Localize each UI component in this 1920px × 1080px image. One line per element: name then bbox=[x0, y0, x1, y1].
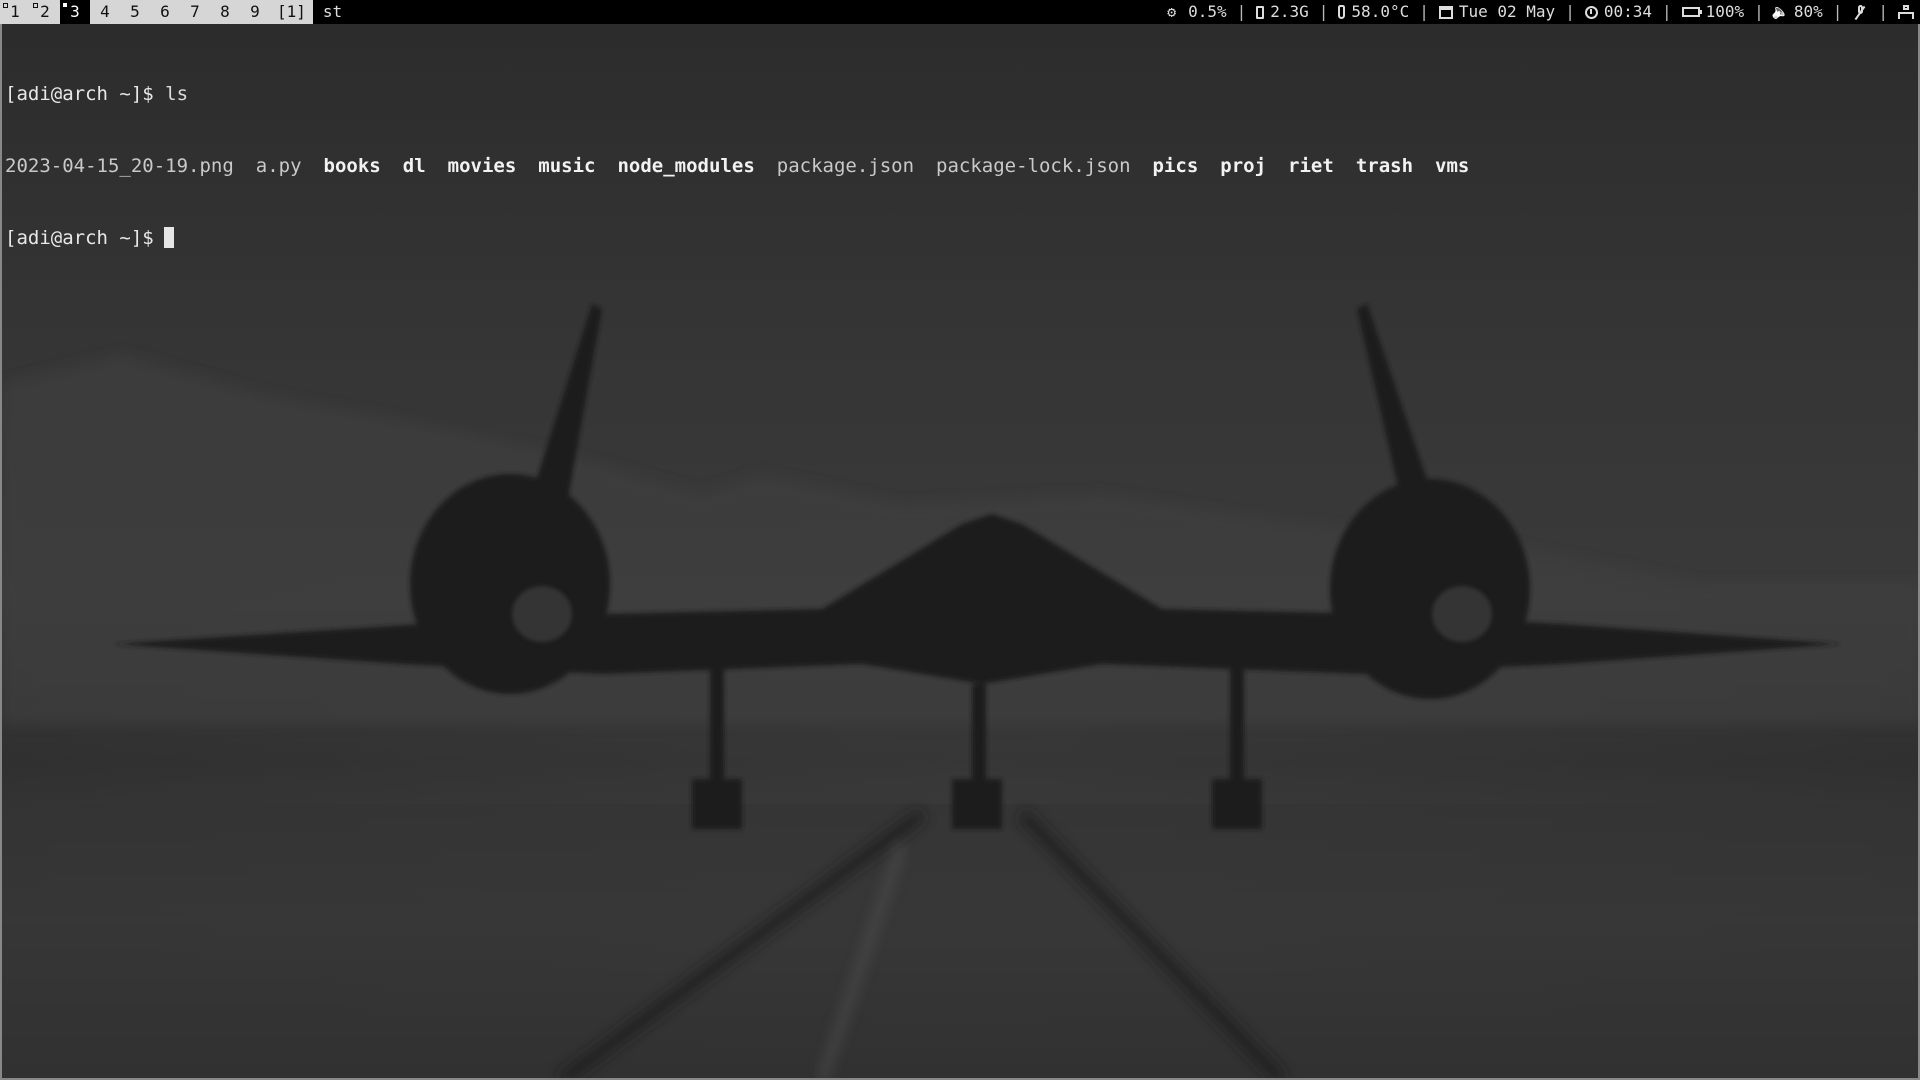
terminal-window[interactable]: [adi@arch ~]$ ls 2023-04-15_20-19.png a.p… bbox=[0, 24, 1920, 1080]
text-cursor bbox=[163, 227, 174, 248]
workspace-tag-2[interactable]: 2 bbox=[30, 0, 60, 24]
cpu-usage-value: 0.5% bbox=[1188, 2, 1227, 21]
command-text: ls bbox=[165, 83, 189, 105]
directory-entry: books bbox=[323, 155, 381, 177]
file-entry: a.py bbox=[255, 155, 302, 177]
memory-usage-value: 2.3G bbox=[1270, 2, 1309, 21]
directory-entry: dl bbox=[402, 155, 426, 177]
file-entry: package-lock.json bbox=[936, 155, 1131, 177]
workspace-tag-label: 5 bbox=[130, 2, 140, 21]
cpu-temperature-value: 58.0°C bbox=[1351, 2, 1410, 21]
workspace-tags: 1 2 3 4 5 6 7 8 9 bbox=[0, 0, 270, 24]
workspace-tag-label: 4 bbox=[100, 2, 110, 21]
workspace-tag-label: 6 bbox=[160, 2, 170, 21]
network[interactable] bbox=[1898, 4, 1914, 20]
network-icon bbox=[1898, 4, 1914, 20]
terminal-output[interactable]: [adi@arch ~]$ ls 2023-04-15_20-19.png a.p… bbox=[5, 34, 1491, 298]
directory-entry: vms bbox=[1435, 155, 1470, 177]
occupied-indicator bbox=[3, 3, 8, 8]
separator: | bbox=[1565, 2, 1575, 21]
directory-entry: riet bbox=[1288, 155, 1334, 177]
workspace-tag-8[interactable]: 8 bbox=[210, 0, 240, 24]
clock-value: 00:34 bbox=[1603, 2, 1652, 21]
separator: | bbox=[1236, 2, 1247, 21]
layout-indicator[interactable]: [1] bbox=[270, 0, 313, 24]
ls-output: 2023-04-15_20-19.png a.py books dl movies mus… bbox=[5, 154, 1491, 178]
cpu-temperature: 58.0°C bbox=[1338, 0, 1409, 24]
battery-icon bbox=[1681, 7, 1702, 17]
window-title: st bbox=[312, 0, 1169, 24]
status-bar: 0.5% | 2.3G | 58.0°C | Tue 02 May | 00:3… bbox=[1167, 0, 1920, 24]
directory-entry: pics bbox=[1152, 155, 1199, 177]
file-entry: package.json bbox=[776, 155, 915, 177]
calendar-icon bbox=[1438, 5, 1453, 19]
directory-entry: movies bbox=[447, 155, 517, 177]
input-line[interactable]: [adi@arch ~]$ bbox=[5, 226, 1491, 250]
directory-entry: music bbox=[538, 155, 596, 177]
directory-entry: proj bbox=[1220, 155, 1267, 177]
separator: | bbox=[1878, 2, 1888, 21]
command-line: [adi@arch ~]$ ls bbox=[5, 82, 1491, 106]
file-entry: 2023-04-15_20-19.png bbox=[5, 155, 234, 177]
workspace-tag-5[interactable]: 5 bbox=[120, 0, 150, 24]
mic-muted-icon bbox=[1852, 4, 1868, 20]
workspace-tag-3[interactable]: 3 bbox=[60, 0, 90, 24]
separator: | bbox=[1662, 2, 1672, 21]
separator: | bbox=[1419, 2, 1429, 21]
clock: 00:34 bbox=[1584, 0, 1652, 24]
workspace-tag-6[interactable]: 6 bbox=[150, 0, 180, 24]
workspace-tag-label: 9 bbox=[250, 2, 260, 21]
battery-value: 100% bbox=[1705, 2, 1745, 21]
directory-entry: trash bbox=[1355, 155, 1414, 177]
memory-icon bbox=[1256, 5, 1265, 19]
workspace-tag-9[interactable]: 9 bbox=[240, 0, 270, 24]
date: Tue 02 May bbox=[1438, 0, 1556, 24]
workspace-tag-label: 8 bbox=[220, 2, 230, 21]
separator: | bbox=[1832, 2, 1843, 21]
microphone[interactable] bbox=[1852, 4, 1868, 20]
battery: 100% bbox=[1681, 0, 1745, 24]
workspace-tag-label: 3 bbox=[70, 2, 80, 21]
date-value: Tue 02 May bbox=[1458, 2, 1556, 21]
directory-entry: node_modules bbox=[617, 155, 755, 177]
top-bar: 1 2 3 4 5 6 7 8 9 [1] st 0.5% | 2.3G | 58.0°C | … bbox=[0, 0, 1920, 24]
thermometer-icon bbox=[1338, 5, 1346, 19]
occupied-indicator bbox=[63, 3, 67, 7]
shell-prompt: [adi@arch ~]$ bbox=[5, 83, 154, 105]
workspace-tag-4[interactable]: 4 bbox=[90, 0, 120, 24]
memory-usage: 2.3G bbox=[1256, 0, 1309, 24]
volume[interactable]: 80% bbox=[1774, 0, 1823, 24]
gears-icon bbox=[1167, 0, 1182, 24]
occupied-indicator bbox=[33, 3, 38, 8]
workspace-tag-label: 7 bbox=[190, 2, 200, 21]
separator: | bbox=[1318, 2, 1329, 21]
workspace-tag-label: 1 bbox=[10, 2, 20, 21]
clock-icon bbox=[1584, 5, 1598, 19]
cpu-usage: 0.5% bbox=[1167, 0, 1227, 24]
workspace-tag-label: 2 bbox=[40, 2, 50, 21]
shell-prompt: [adi@arch ~]$ bbox=[5, 227, 154, 249]
workspace-tag-1[interactable]: 1 bbox=[0, 0, 30, 24]
workspace-tag-7[interactable]: 7 bbox=[180, 0, 210, 24]
volume-value: 80% bbox=[1793, 2, 1823, 21]
separator: | bbox=[1754, 2, 1764, 21]
volume-icon bbox=[1774, 5, 1788, 19]
